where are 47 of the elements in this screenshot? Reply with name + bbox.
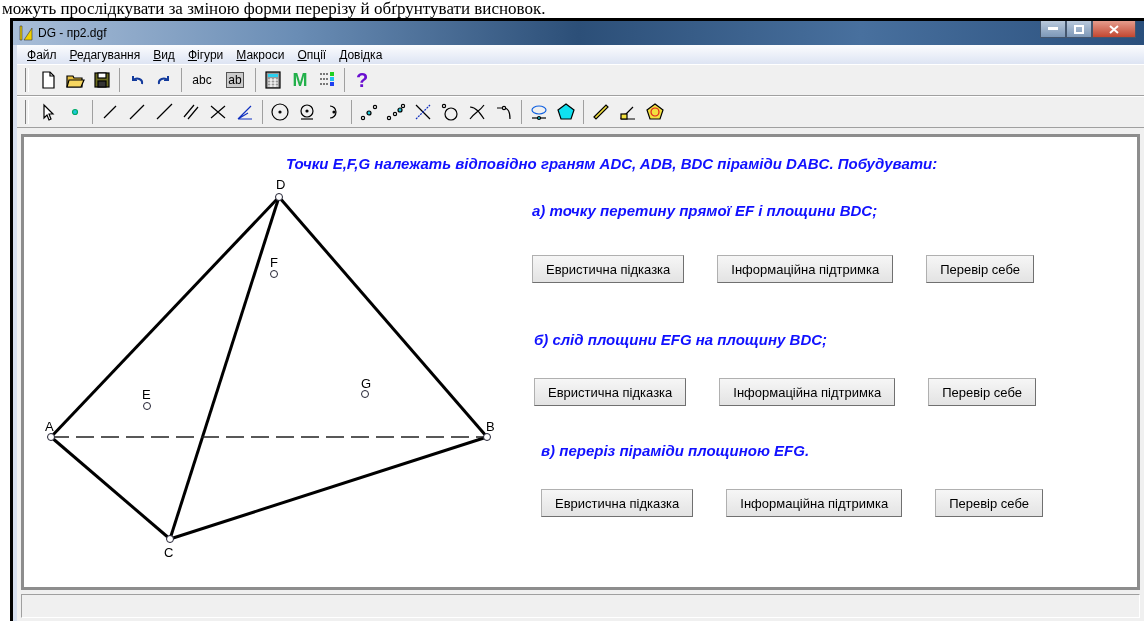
text-tool[interactable]: abc: [187, 68, 217, 92]
menu-item[interactable]: Фігури: [187, 47, 224, 62]
app-icon: [19, 25, 33, 41]
menu-item[interactable]: Файл: [27, 47, 57, 62]
hint-button[interactable]: Евристична підказка: [532, 255, 685, 283]
point-label: D: [276, 177, 286, 192]
circle-icon[interactable]: [268, 100, 292, 124]
minimize-button[interactable]: [1040, 21, 1066, 38]
menu-item[interactable]: Опції: [297, 47, 327, 62]
maximize-button[interactable]: [1066, 21, 1092, 38]
hint-button[interactable]: Інформаційна підтримка: [717, 255, 894, 283]
point-marker[interactable]: [47, 433, 55, 441]
point-label: G: [361, 376, 372, 391]
point-marker[interactable]: [143, 402, 151, 410]
label-tool[interactable]: ab: [220, 68, 250, 92]
menu-item[interactable]: Вид: [153, 47, 175, 62]
point-label: C: [164, 545, 174, 560]
point-marker[interactable]: [166, 535, 174, 543]
minimize-icon: [1048, 27, 1058, 31]
point-marker[interactable]: [483, 433, 491, 441]
window-title: DG - пр2.dgf: [38, 26, 107, 40]
maximize-icon: [1074, 24, 1084, 34]
point-marker[interactable]: [270, 270, 278, 278]
hint-button[interactable]: Інформаційна підтримка: [719, 378, 896, 406]
close-button[interactable]: [1092, 21, 1136, 38]
task-text: в) переріз піраміди площиною EFG.: [541, 442, 811, 459]
hint-button[interactable]: Перевір себе: [928, 378, 1036, 406]
hint-button[interactable]: Інформаційна підтримка: [726, 489, 903, 517]
menu-item[interactable]: Редагування: [69, 47, 141, 62]
point-label: B: [486, 419, 495, 434]
hint-button[interactable]: Евристична підказка: [534, 378, 687, 406]
help-tool[interactable]: ?: [350, 68, 374, 92]
menu-item[interactable]: Довідка: [339, 47, 383, 62]
task-text: б) слід площини EFG на площину BDC;: [534, 331, 829, 348]
point-marker[interactable]: [361, 390, 369, 398]
hint-button[interactable]: Перевір себе: [935, 489, 1043, 517]
document-text: можуть прослідкувати за зміною форми перерізу й обґрунтувати висновок.: [1, 0, 547, 18]
point-label: A: [45, 419, 54, 434]
point-marker[interactable]: [275, 193, 283, 201]
point-label: E: [142, 387, 151, 402]
menu-item[interactable]: Макроси: [236, 47, 285, 62]
point-label: F: [270, 255, 278, 270]
task-text: а) точку перетину прямої EF і площини BDC;: [532, 202, 879, 219]
close-icon: [1109, 24, 1119, 34]
task-heading: Точки E,F,G належать відповідно граням ADC, ADB, BDC піраміди DABC. Побудувати:: [286, 155, 939, 172]
hint-button[interactable]: Евристична підказка: [541, 489, 694, 517]
hint-button[interactable]: Перевір себе: [926, 255, 1034, 283]
